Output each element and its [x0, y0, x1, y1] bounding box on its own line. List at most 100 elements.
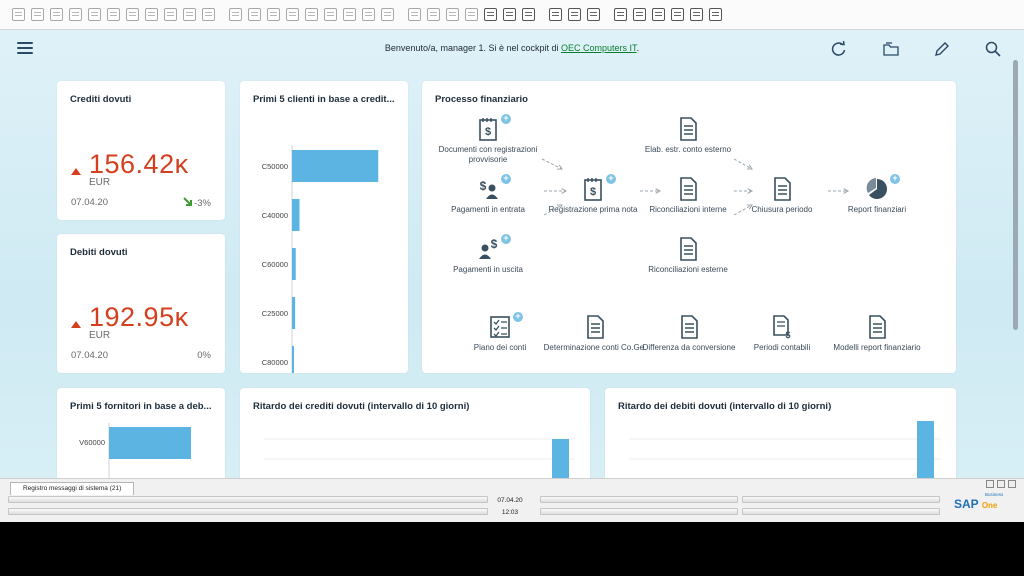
calculator-icon[interactable]: [614, 8, 627, 21]
last-record-icon[interactable]: [305, 8, 318, 21]
process-node-elab-estr[interactable]: Elab. estr. conto esterno: [633, 117, 743, 155]
kpi-debit-delta: 0%: [197, 350, 211, 361]
process-node-label: Elab. estr. conto esterno: [644, 145, 732, 154]
kpi-debit-card[interactable]: Debiti dovuti 192.95ĸ EUR 07.04.20 0%: [57, 234, 225, 373]
add-badge-icon[interactable]: +: [501, 234, 511, 244]
payment-icon[interactable]: [465, 8, 478, 21]
client-bar[interactable]: [292, 346, 294, 373]
process-node-modelli[interactable]: Modelli report finanziario: [822, 315, 932, 353]
user-icon[interactable]: [633, 8, 646, 21]
edit-icon[interactable]: [933, 40, 951, 58]
supplier-bar[interactable]: [109, 427, 191, 459]
chart-icon[interactable]: [522, 8, 535, 21]
svg-text:$: $: [590, 186, 596, 198]
process-card: Processo finanziario $ + Documenti con reg…: [422, 81, 956, 373]
alerts-icon[interactable]: [568, 8, 581, 21]
first-record-icon[interactable]: [248, 8, 261, 21]
aging-debit-card[interactable]: Ritardo dei debiti dovuti (intervallo di…: [605, 388, 956, 478]
prev-record-icon[interactable]: [267, 8, 280, 21]
help-icon[interactable]: [709, 8, 722, 21]
word-icon[interactable]: [126, 8, 139, 21]
client-bar[interactable]: [292, 297, 296, 329]
move-icon[interactable]: [164, 8, 177, 21]
search-icon[interactable]: [984, 40, 1002, 58]
document-icon: [677, 237, 699, 261]
target-doc-icon[interactable]: [408, 8, 421, 21]
logo-sap: SAP: [954, 497, 979, 511]
status-bar-left-bottom: [8, 508, 488, 515]
kpi-debit-unit: EUR: [89, 330, 111, 341]
excel-icon[interactable]: [107, 8, 120, 21]
messages-icon[interactable]: [549, 8, 562, 21]
folder-icon[interactable]: [882, 40, 900, 58]
aging-debit-bar[interactable]: [917, 421, 934, 478]
kpi-credit-unit: EUR: [89, 177, 111, 188]
widgets-icon[interactable]: [671, 8, 684, 21]
add-badge-icon[interactable]: +: [890, 174, 900, 184]
sap-logo: SAP Business One: [954, 492, 1003, 511]
outgoing-payment-icon: $ +: [477, 234, 511, 261]
journal-icon[interactable]: [446, 8, 459, 21]
export-icon[interactable]: [69, 8, 82, 21]
restore-icon[interactable]: [986, 480, 994, 488]
process-node-ricon-est[interactable]: Riconciliazioni esterne: [633, 237, 743, 275]
flow-arrowhead: [556, 164, 563, 170]
svg-text:$: $: [480, 179, 487, 193]
kpi-credit-value: 156.42ĸ: [89, 149, 189, 179]
next-record-icon[interactable]: [286, 8, 299, 21]
process-node-label: Modelli report finanziario: [833, 343, 921, 352]
process-node-prima-nota[interactable]: $ + Registrazione prima nota: [538, 174, 648, 215]
add-badge-icon[interactable]: +: [501, 174, 511, 184]
filter-icon[interactable]: [343, 8, 356, 21]
cockpit-scrollbar[interactable]: [1011, 60, 1021, 360]
custom-icon[interactable]: [690, 8, 703, 21]
calendar-icon[interactable]: [587, 8, 600, 21]
client-bar[interactable]: [292, 199, 300, 231]
process-node-periodi[interactable]: $ Periodi contabili: [727, 315, 837, 353]
volume-icon[interactable]: [484, 8, 497, 21]
layout-icon[interactable]: [183, 8, 196, 21]
fax-icon[interactable]: [88, 8, 101, 21]
process-node-piano-conti[interactable]: + Piano dei conti: [445, 312, 555, 353]
add-badge-icon[interactable]: +: [501, 114, 511, 124]
client-bar[interactable]: [292, 248, 296, 280]
aging-credit-card[interactable]: Ritardo dei crediti dovuti (intervallo d…: [240, 388, 590, 478]
maximize-icon[interactable]: [997, 480, 1005, 488]
add-badge-icon[interactable]: +: [513, 312, 523, 322]
top-suppliers-card[interactable]: Primi 5 fornitori in base a deb... V6000…: [57, 388, 225, 478]
refresh-icon[interactable]: [324, 8, 337, 21]
client-bar[interactable]: [292, 150, 379, 182]
period-doc-icon: $: [771, 315, 793, 340]
scrollbar-thumb[interactable]: [1013, 60, 1018, 330]
process-node-pag-entrata[interactable]: $ + Pagamenti in entrata: [433, 174, 543, 215]
print-icon[interactable]: [31, 8, 44, 21]
preview-icon[interactable]: [12, 8, 25, 21]
logo-business: Business: [985, 492, 1004, 497]
document-icon: [677, 177, 699, 201]
process-node-chiusura[interactable]: Chiusura periodo: [727, 177, 837, 215]
process-node-label: Registrazione prima nota: [548, 205, 638, 214]
top-clients-card[interactable]: Primi 5 clienti in base a credit... C500…: [240, 81, 408, 373]
process-node-doc-provv[interactable]: $ + Documenti con registrazioni provvisori…: [433, 114, 543, 165]
process-node-pag-uscita[interactable]: $ + Pagamenti in uscita: [433, 234, 543, 275]
gross-profit-icon[interactable]: [427, 8, 440, 21]
status-bar-mid-top: [540, 496, 738, 503]
kpi-credit-card[interactable]: Crediti dovuti 156.42ĸ EUR 07.04.20 -3%: [57, 81, 225, 220]
find-icon[interactable]: [202, 8, 215, 21]
add-badge-icon[interactable]: +: [606, 174, 616, 184]
kpi-credit-delta-value: -3%: [194, 198, 211, 209]
drag-icon[interactable]: [652, 8, 665, 21]
add-icon[interactable]: [229, 8, 242, 21]
email-icon[interactable]: [50, 8, 63, 21]
base-doc-icon[interactable]: [381, 8, 394, 21]
pdf-icon[interactable]: [145, 8, 158, 21]
system-log-tab[interactable]: Registro messaggi di sistema (21): [10, 482, 134, 495]
pie-report-icon: +: [866, 174, 900, 201]
settings-icon[interactable]: [503, 8, 516, 21]
sort-icon[interactable]: [362, 8, 375, 21]
process-node-report[interactable]: + Report finanziari: [822, 174, 932, 215]
close-icon[interactable]: [1008, 480, 1016, 488]
company-link[interactable]: OEC Computers IT: [561, 43, 637, 53]
aging-credit-bar[interactable]: [552, 439, 569, 478]
refresh-icon[interactable]: [830, 40, 848, 58]
